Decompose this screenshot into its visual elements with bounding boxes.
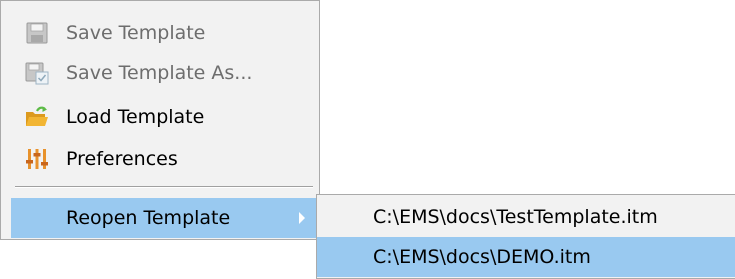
submenu-arrow-icon [299, 212, 305, 224]
preferences-label: Preferences [66, 148, 178, 170]
preferences-menu-item[interactable]: Preferences [11, 140, 317, 178]
load-template-menu-item[interactable]: Load Template [11, 98, 317, 136]
recent-template-item[interactable]: C:\EMS\docs\TestTemplate.itm [317, 197, 735, 237]
menu-separator [15, 186, 313, 188]
load-template-label: Load Template [66, 106, 205, 128]
save-template-label: Save Template [66, 22, 206, 44]
save-template-as-menu-item[interactable]: Save Template As... [11, 54, 317, 92]
recent-template-item[interactable]: C:\EMS\docs\DEMO.itm [317, 237, 735, 277]
recent-template-path: C:\EMS\docs\DEMO.itm [373, 246, 591, 268]
template-menu: Save Template Save Template As... Load T… [0, 0, 320, 240]
reopen-template-menu-item[interactable]: Reopen Template [11, 198, 317, 238]
recent-templates-submenu: C:\EMS\docs\TestTemplate.itm C:\EMS\docs… [316, 194, 735, 279]
save-template-menu-item[interactable]: Save Template [11, 14, 317, 52]
save-template-as-label: Save Template As... [66, 62, 253, 84]
reopen-template-label: Reopen Template [66, 207, 231, 229]
preferences-icon [25, 147, 49, 171]
recent-template-path: C:\EMS\docs\TestTemplate.itm [373, 206, 658, 228]
folder-open-icon [25, 105, 49, 129]
save-as-icon [25, 61, 49, 85]
save-icon [25, 21, 49, 45]
